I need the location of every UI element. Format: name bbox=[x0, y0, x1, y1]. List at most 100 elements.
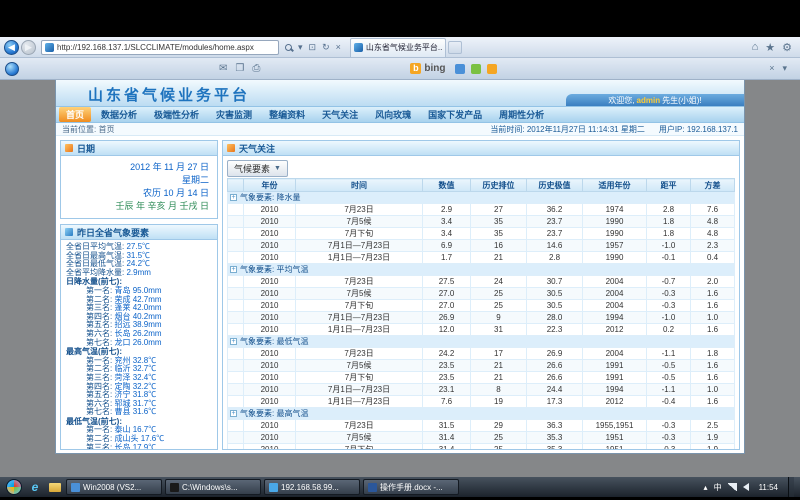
table-cell: 2.5 bbox=[691, 420, 735, 432]
table-group-row[interactable]: +气象要素: 平均气温 bbox=[228, 264, 735, 276]
network-icon[interactable] bbox=[728, 483, 737, 491]
table-row: 20107月下旬31.42535.31951-0.31.9 bbox=[228, 444, 735, 450]
table-cell: 1月1日—7月23日 bbox=[296, 324, 423, 336]
info-bar: 当前位置: 首页 当前时间: 2012年11月27日 11:14:31 星期二 … bbox=[56, 123, 744, 136]
yesterday-weather-panel: 昨日全省气象要素 全省日平均气温: 27.5℃全省日最高气温: 31.5℃全省日… bbox=[60, 224, 218, 450]
browser-tab[interactable]: 山东省气候业务平台... bbox=[350, 38, 446, 57]
table-row: 20101月1日—7月23日12.03122.320120.21.6 bbox=[228, 324, 735, 336]
stop-icon[interactable]: × bbox=[333, 42, 344, 52]
taskbar: e Win2008 (VS2...C:\Windows\s...192.168.… bbox=[0, 477, 800, 497]
nav-item-6[interactable]: 风向玫瑰 bbox=[368, 107, 418, 122]
table-cell: 30.5 bbox=[527, 300, 583, 312]
nav-item-5[interactable]: 天气关注 bbox=[315, 107, 365, 122]
table-cell: 9 bbox=[471, 312, 527, 324]
table-cell: 2010 bbox=[244, 444, 296, 450]
expand-icon[interactable]: + bbox=[230, 410, 237, 417]
plugin-icon-3[interactable] bbox=[487, 64, 497, 74]
taskbar-button-0[interactable]: Win2008 (VS2... bbox=[66, 479, 162, 495]
plugin-icon-2[interactable] bbox=[471, 64, 481, 74]
table-row: 20107月23日24.21726.92004-1.11.8 bbox=[228, 348, 735, 360]
rank-value: 26.0mm bbox=[133, 338, 162, 347]
bing-toolbar[interactable]: b bing bbox=[410, 63, 445, 74]
table-cell: 2010 bbox=[244, 324, 296, 336]
forward-button[interactable]: ▶ bbox=[21, 40, 36, 55]
table-header-cell: 历史排位 bbox=[471, 179, 527, 192]
table-cell: 7.6 bbox=[423, 396, 471, 408]
calendar-body: 2012 年 11 月 27 日 星期二 农历 10 月 14 日 壬辰 年 辛… bbox=[61, 156, 217, 218]
volume-icon[interactable] bbox=[743, 483, 749, 491]
ime-indicator[interactable]: 中 bbox=[714, 482, 722, 493]
table-cell: 1.6 bbox=[691, 396, 735, 408]
climate-element-label: 气候要素 bbox=[234, 162, 270, 175]
group-cell: +气象要素: 平均气温 bbox=[228, 264, 735, 276]
row-expand-cell bbox=[228, 360, 244, 372]
table-cell: 25 bbox=[471, 432, 527, 444]
letterbox-top bbox=[0, 0, 800, 37]
table-cell: 2010 bbox=[244, 396, 296, 408]
nav-item-3[interactable]: 灾害监测 bbox=[209, 107, 259, 122]
back-button[interactable]: ◀ bbox=[4, 40, 19, 55]
nav-item-1[interactable]: 数据分析 bbox=[94, 107, 144, 122]
page-icon[interactable]: ❐ bbox=[235, 63, 244, 74]
nav-item-2[interactable]: 极端性分析 bbox=[147, 107, 206, 122]
table-group-row[interactable]: +气象要素: 最高气温 bbox=[228, 408, 735, 420]
expand-icon[interactable]: + bbox=[230, 266, 237, 273]
toolbar-close-icon[interactable]: × bbox=[769, 63, 774, 74]
station-link[interactable]: 龙口 bbox=[114, 338, 132, 347]
new-tab-button[interactable] bbox=[448, 41, 462, 54]
favorites-star-icon[interactable]: ★ bbox=[765, 41, 775, 54]
address-dropdown-icon[interactable]: ▾ bbox=[295, 42, 306, 53]
plugin-icon-1[interactable] bbox=[455, 64, 465, 74]
station-link[interactable]: 长岛 bbox=[114, 443, 132, 450]
nav-item-4[interactable]: 整编资料 bbox=[262, 107, 312, 122]
row-expand-cell bbox=[228, 312, 244, 324]
table-body: +气象要素: 降水量20107月23日2.92736.219742.87.620… bbox=[228, 192, 735, 450]
calendar-ganzhi: 壬辰 年 辛亥 月 壬戌 日 bbox=[69, 200, 209, 213]
taskbar-button-1[interactable]: C:\Windows\s... bbox=[165, 479, 261, 495]
station-link[interactable]: 曹县 bbox=[114, 407, 132, 416]
search-icon[interactable] bbox=[285, 44, 292, 51]
start-button[interactable] bbox=[6, 479, 22, 495]
print-icon[interactable]: ⎙ bbox=[252, 63, 260, 74]
taskbar-button-3[interactable]: 操作手册.docx -... bbox=[363, 479, 459, 495]
table-group-row[interactable]: +气象要素: 最低气温 bbox=[228, 336, 735, 348]
calendar-lunar: 农历 10 月 14 日 bbox=[69, 187, 209, 200]
webpage: 山东省气候业务平台 欢迎您, admin 先生(小姐)! 首页数据分析极端性分析… bbox=[55, 80, 745, 454]
table-cell: 7月5候 bbox=[296, 288, 423, 300]
table-cell: 27.5 bbox=[423, 276, 471, 288]
table-cell: 1.0 bbox=[691, 384, 735, 396]
address-bar[interactable]: http://192.168.137.1/SLCCLIMATE/modules/… bbox=[41, 40, 279, 55]
quicklaunch-ie-icon[interactable]: e bbox=[26, 479, 44, 495]
climate-element-button[interactable]: 气候要素 ▼ bbox=[227, 160, 288, 177]
quicklaunch-explorer-icon[interactable] bbox=[46, 479, 64, 495]
table-cell: 25 bbox=[471, 300, 527, 312]
nav-item-0[interactable]: 首页 bbox=[59, 107, 91, 122]
toolbar-logo-icon[interactable] bbox=[5, 62, 19, 76]
taskbar-clock[interactable]: 11:54 bbox=[755, 483, 782, 492]
table-cell: 2010 bbox=[244, 420, 296, 432]
row-expand-cell bbox=[228, 252, 244, 264]
table-cell: 7月5候 bbox=[296, 432, 423, 444]
taskbar-button-2[interactable]: 192.168.58.99... bbox=[264, 479, 360, 495]
home-icon[interactable]: ⌂ bbox=[752, 41, 759, 53]
calendar-panel: 日期 2012 年 11 月 27 日 星期二 农历 10 月 14 日 壬辰 … bbox=[60, 140, 218, 219]
table-cell: 12.0 bbox=[423, 324, 471, 336]
tray-expand-icon[interactable]: ▴ bbox=[704, 483, 708, 492]
nav-item-8[interactable]: 周期性分析 bbox=[492, 107, 551, 122]
table-row: 20107月下旬27.02530.52004-0.31.6 bbox=[228, 300, 735, 312]
calendar-date: 2012 年 11 月 27 日 bbox=[69, 161, 209, 174]
welcome-suffix: 先生(小姐)! bbox=[662, 95, 702, 106]
table-group-row[interactable]: +气象要素: 降水量 bbox=[228, 192, 735, 204]
compatibility-icon[interactable]: ⊡ bbox=[306, 42, 320, 53]
settings-gear-icon[interactable]: ⚙ bbox=[782, 41, 792, 54]
row-expand-cell bbox=[228, 288, 244, 300]
refresh-icon[interactable]: ↻ bbox=[319, 42, 333, 53]
expand-icon[interactable]: + bbox=[230, 338, 237, 345]
show-desktop-button[interactable] bbox=[788, 477, 794, 497]
nav-item-7[interactable]: 国家下发产品 bbox=[421, 107, 489, 122]
table-cell: 1.8 bbox=[647, 216, 691, 228]
expand-icon[interactable]: + bbox=[230, 194, 237, 201]
mail-icon[interactable]: ✉ bbox=[219, 63, 227, 74]
weather-panel-header: 昨日全省气象要素 bbox=[61, 225, 217, 240]
toolbar-more-icon[interactable]: ▾ bbox=[782, 63, 787, 74]
